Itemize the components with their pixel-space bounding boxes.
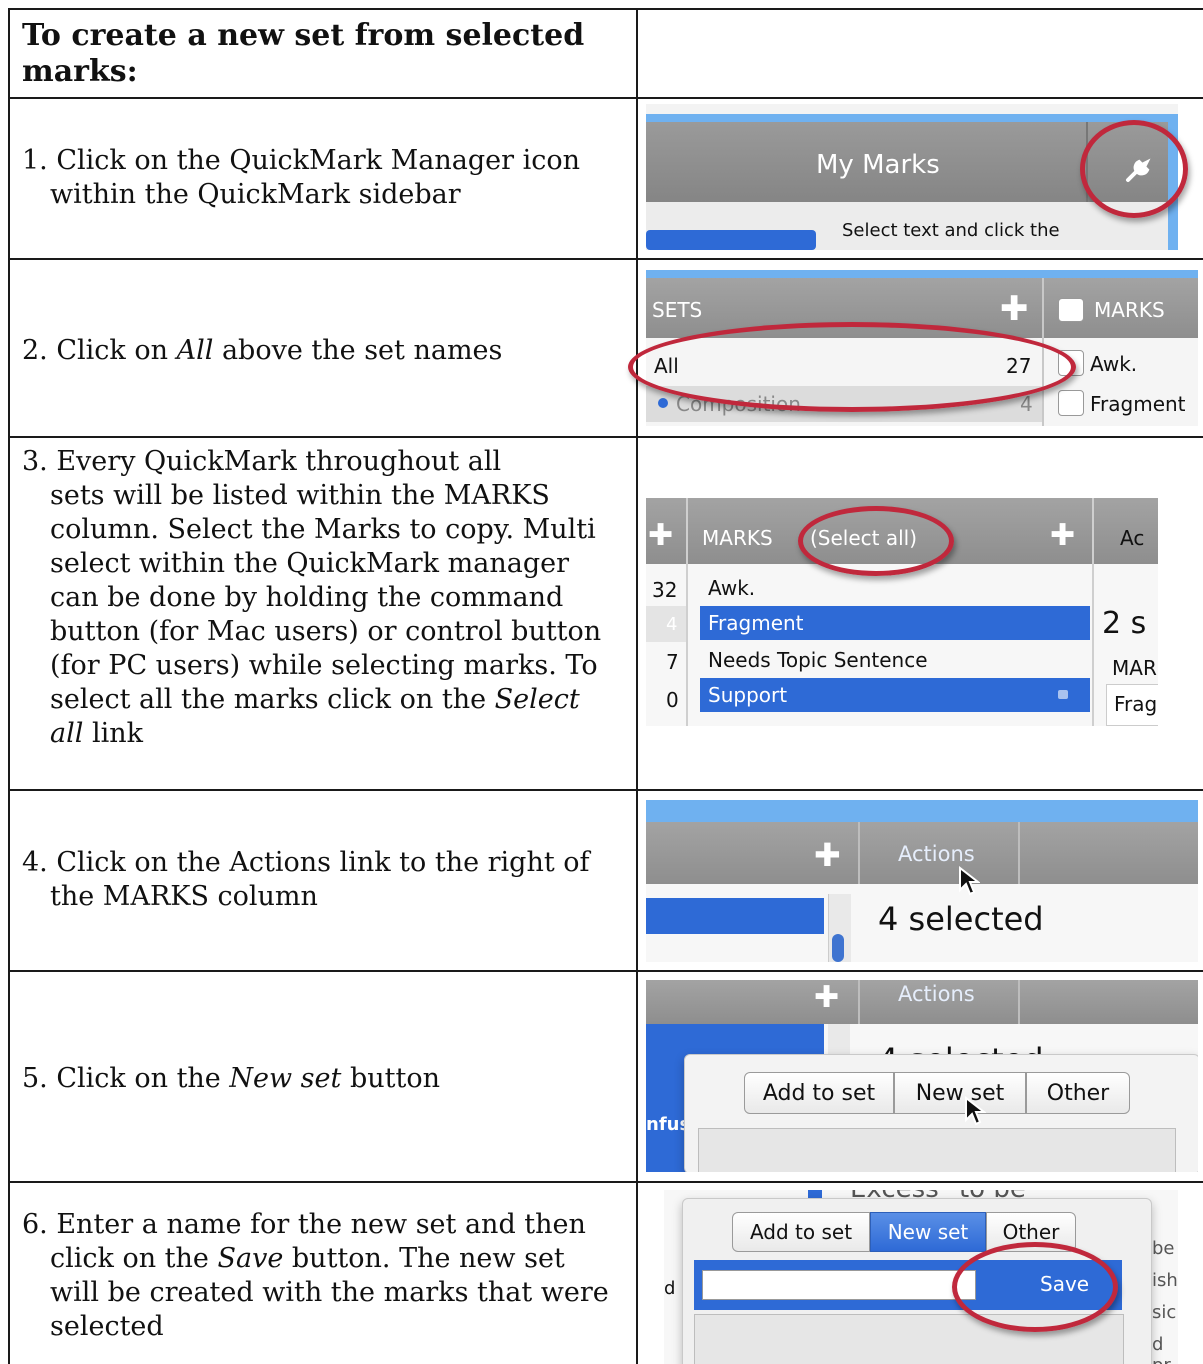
highlight-circle [1080,120,1188,218]
table-border [8,258,1203,260]
marks-header: MARKS [702,526,773,550]
side-text: ish [1152,1270,1178,1291]
sets-header: SETS [652,298,703,322]
new-set-screenshot: ✚ Actions nfus 4 selected Add to set New… [646,980,1198,1172]
marks-header: MARKS [1094,298,1165,322]
add-set-icon[interactable]: ✚ [1000,292,1029,326]
page-title: To create a new set from selected marks: [22,18,585,89]
side-text: d pr [1152,1334,1171,1364]
side-text: be [1152,1238,1175,1259]
step-1-text: 1. Click on the QuickMark Manager icon w… [22,145,580,210]
add-mark-icon[interactable]: ✚ [1050,518,1075,553]
selected-count: 2 s [1102,606,1147,641]
actions-link[interactable]: Actions [898,982,975,1006]
step-6-text: 6. Enter a name for the new set and then… [22,1209,609,1342]
cursor-icon [965,1096,986,1126]
add-icon[interactable]: ✚ [814,980,839,1015]
table-border [8,970,1203,972]
add-icon[interactable]: ✚ [814,836,841,874]
lock-icon [1058,690,1068,699]
highlight-circle [952,1242,1118,1332]
marks-value: Frag [1114,692,1158,716]
table-border [8,8,10,1364]
side-text: d [664,1278,676,1299]
step-4-text: 4. Click on the Actions link to the righ… [22,847,590,912]
mark-item-fragment[interactable]: Fragment [1090,392,1186,416]
actions-link[interactable]: Actions [898,842,975,866]
selected-count: 4 selected [878,900,1044,938]
add-to-set-button[interactable]: Add to set [732,1212,870,1252]
highlight-circle [798,506,954,576]
step-5-text: 5. Click on the New set button [22,1063,440,1094]
cursor-icon [959,866,980,896]
sidebar-title: My Marks [816,150,940,180]
table-border [8,436,1203,438]
step-3-text: 3. Every QuickMark throughout all sets w… [22,446,602,749]
list-item[interactable]: Support [700,678,1090,712]
new-set-button[interactable]: New set [870,1212,986,1252]
set-name-input[interactable] [702,1270,976,1300]
side-text: sic [1152,1302,1177,1323]
table-border [8,97,1203,99]
mark-item-awk[interactable]: Awk. [1090,352,1137,376]
table-border [636,8,638,1364]
actions-screenshot: ✚ Actions 4 selected [646,800,1198,962]
new-set-button[interactable]: New set [894,1072,1026,1114]
table-border [8,1181,1203,1183]
marks-label: MAR [1112,656,1157,680]
count: 32 [652,578,678,602]
other-button[interactable]: Other [1026,1072,1130,1114]
step-2-text: 2. Click on All above the set names [22,335,503,366]
add-to-set-button[interactable]: Add to set [744,1072,894,1114]
count: 0 [666,688,679,712]
list-item[interactable]: Fragment [700,606,1090,640]
sidebar-hint: Select text and click the [842,220,1060,241]
count: 7 [666,650,679,674]
highlight-circle [628,322,1076,412]
count: 4 [646,606,686,642]
add-icon[interactable]: ✚ [648,518,673,553]
list-item[interactable]: Needs Topic Sentence [700,644,1090,676]
table-border [8,789,1203,791]
list-item[interactable]: Awk. [700,572,1090,604]
table-border [8,8,1203,10]
selected-count: 4 selected [878,1034,1044,1056]
actions-partial: Ac [1120,526,1145,550]
marks-checkbox[interactable] [1058,298,1084,322]
